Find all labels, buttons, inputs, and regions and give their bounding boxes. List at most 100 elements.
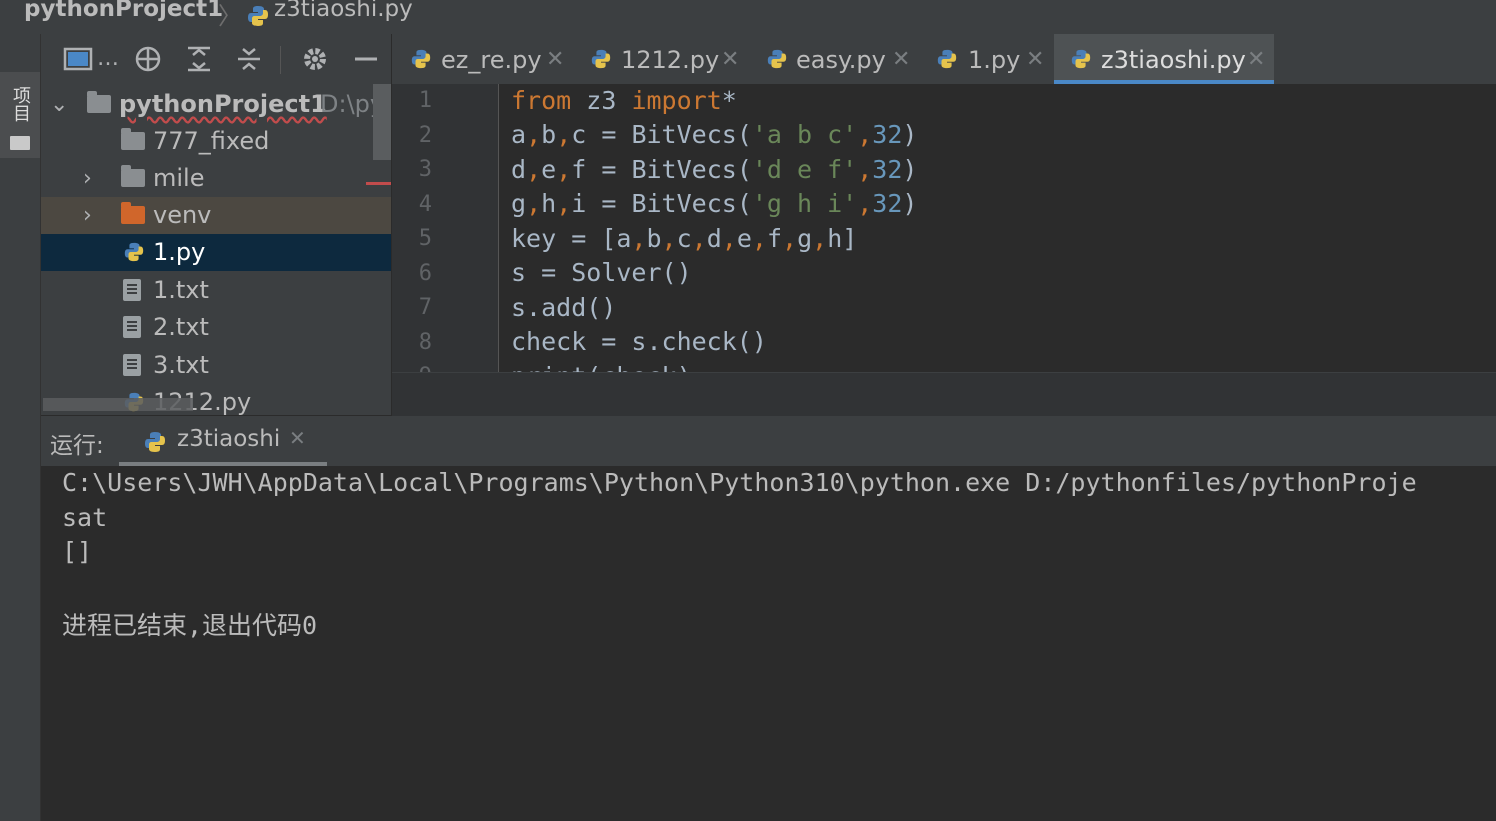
text-file-icon	[123, 279, 141, 301]
close-icon[interactable]: ✕	[546, 34, 564, 86]
tree-item-label: 2.txt	[153, 313, 209, 341]
tab-label: z3tiaoshi.py	[1101, 46, 1246, 74]
tree-item-1-py[interactable]: 1.py	[41, 234, 391, 271]
close-icon[interactable]: ✕	[721, 34, 739, 86]
tree-horizontal-scrollbar[interactable]	[43, 398, 193, 411]
run-tab-label: z3tiaoshi	[177, 426, 281, 452]
python-file-icon	[937, 49, 957, 69]
run-tool-header: 运行: z3tiaoshi ✕	[41, 416, 1496, 466]
project-toolbar: …	[41, 34, 391, 84]
breadcrumb-project[interactable]: pythonProject1	[24, 0, 223, 22]
run-console[interactable]: C:\Users\JWH\AppData\Local\Programs\Pyth…	[41, 466, 1496, 821]
tree-item-label: venv	[153, 201, 212, 229]
python-file-icon	[1071, 49, 1091, 69]
breadcrumb: pythonProject1 〉 z3tiaoshi.py	[0, 0, 1496, 34]
folder-icon	[121, 165, 145, 187]
tab-z3tiaoshi-py[interactable]: z3tiaoshi.py ✕	[1054, 34, 1274, 84]
tree-item-label: 1.txt	[153, 276, 209, 304]
toolbar-divider	[280, 46, 281, 74]
tool-window-stripe: 项目	[0, 34, 41, 821]
line-number: 2	[418, 123, 432, 148]
code-line: g,h,i = BitVecs('g h i',32)	[511, 189, 918, 218]
line-number: 5	[418, 226, 432, 251]
line-number: 6	[418, 261, 432, 286]
tab-1-py[interactable]: 1.py ✕	[918, 34, 1052, 84]
tree-item-venv[interactable]: › venv	[41, 197, 391, 234]
line-number: 4	[418, 192, 432, 217]
python-file-icon	[591, 49, 611, 69]
tree-item-mile[interactable]: › mile	[41, 160, 391, 197]
code-line: key = [a,b,c,d,e,f,g,h]	[511, 224, 858, 253]
tree-root-name: pythonProject1	[119, 90, 327, 118]
code-line: check = s.check()	[511, 327, 767, 356]
tree-item-label: 3.txt	[153, 351, 209, 379]
text-file-icon	[123, 316, 141, 338]
breadcrumb-file[interactable]: z3tiaoshi.py	[274, 0, 413, 22]
line-number: 7	[418, 295, 432, 320]
tree-item-3-txt[interactable]: 3.txt	[41, 347, 391, 384]
tree-item-label: mile	[153, 164, 205, 192]
tree-item-777-fixed[interactable]: 777_fixed	[41, 123, 391, 160]
view-options-icon[interactable]	[63, 44, 93, 74]
tab-label: 1.py	[968, 46, 1021, 74]
tab-ez-re-py[interactable]: ez_re.py ✕	[392, 34, 570, 84]
gutter-divider	[498, 84, 499, 372]
line-number: 9	[392, 364, 432, 372]
line-number: 3	[418, 157, 432, 182]
chevron-down-icon[interactable]: ⌄	[50, 86, 68, 123]
code-line: s = Solver()	[511, 258, 692, 287]
more-icon[interactable]: …	[93, 44, 123, 74]
folder-icon	[121, 128, 145, 150]
text-file-icon	[123, 354, 141, 376]
tab-easy-py[interactable]: easy.py ✕	[746, 34, 918, 84]
folder-icon	[10, 136, 30, 150]
code-editor[interactable]: 1 2 3 4 5 6 7 8 9 from z3 import* a,b,c …	[392, 84, 1496, 372]
line-number: 1	[418, 88, 432, 113]
project-tool-tab-label: 项目	[10, 86, 31, 122]
hide-icon[interactable]	[351, 44, 381, 74]
code-line: print(check)	[511, 362, 692, 372]
project-tool-tab[interactable]: 项目	[0, 72, 40, 158]
console-line: []	[62, 537, 93, 566]
error-marker	[366, 182, 391, 185]
excluded-folder-icon	[121, 202, 145, 224]
run-tab-z3tiaoshi[interactable]: z3tiaoshi ✕	[119, 416, 327, 466]
close-icon[interactable]: ✕	[1026, 34, 1044, 86]
close-icon[interactable]: ✕	[289, 426, 306, 450]
tree-root[interactable]: ⌄ pythonProject1 D:\pyt	[41, 86, 391, 123]
python-file-icon	[767, 49, 787, 69]
line-number-gutter: 1 2 3 4 5 6 7 8 9	[392, 84, 498, 372]
code-line: from z3 import*	[511, 86, 737, 115]
run-label: 运行:	[50, 433, 104, 459]
editor-empty-area	[392, 372, 1496, 417]
locate-icon[interactable]	[133, 44, 163, 74]
tree-item-2-txt[interactable]: 2.txt	[41, 309, 391, 346]
breadcrumb-separator: 〉	[218, 2, 242, 30]
code-line: s.add()	[511, 293, 617, 322]
editor-tabs: ez_re.py ✕ 1212.py ✕ easy.py ✕ 1.py ✕ z3…	[392, 34, 1496, 84]
tree-item-1-txt[interactable]: 1.txt	[41, 272, 391, 309]
tree-vertical-scrollbar[interactable]	[373, 84, 391, 160]
expand-all-icon[interactable]	[184, 44, 214, 74]
code-line: a,b,c = BitVecs('a b c',32)	[511, 120, 918, 149]
tab-1212-py[interactable]: 1212.py ✕	[570, 34, 746, 84]
python-file-icon	[411, 49, 431, 69]
console-exit-message: 进程已结束,退出代码0	[62, 611, 318, 640]
line-number: 8	[418, 330, 432, 355]
project-tree: ⌄ pythonProject1 D:\pyt 777_fixed › mile…	[41, 84, 391, 415]
tab-label: 1212.py	[621, 46, 720, 74]
python-file-icon	[248, 6, 268, 26]
close-icon[interactable]: ✕	[892, 34, 910, 86]
close-icon[interactable]: ✕	[1247, 34, 1265, 86]
collapse-all-icon[interactable]	[234, 44, 264, 74]
tree-item-label: 777_fixed	[153, 127, 270, 155]
python-file-icon	[124, 242, 144, 262]
tab-label: ez_re.py	[441, 46, 542, 74]
gear-icon[interactable]	[300, 44, 330, 74]
python-run-icon	[145, 432, 165, 452]
chevron-right-icon[interactable]: ›	[83, 160, 92, 197]
chevron-right-icon[interactable]: ›	[83, 197, 92, 234]
tree-item-label: 1.py	[153, 238, 206, 266]
console-line: C:\Users\JWH\AppData\Local\Programs\Pyth…	[62, 468, 1417, 497]
folder-icon	[87, 91, 111, 113]
